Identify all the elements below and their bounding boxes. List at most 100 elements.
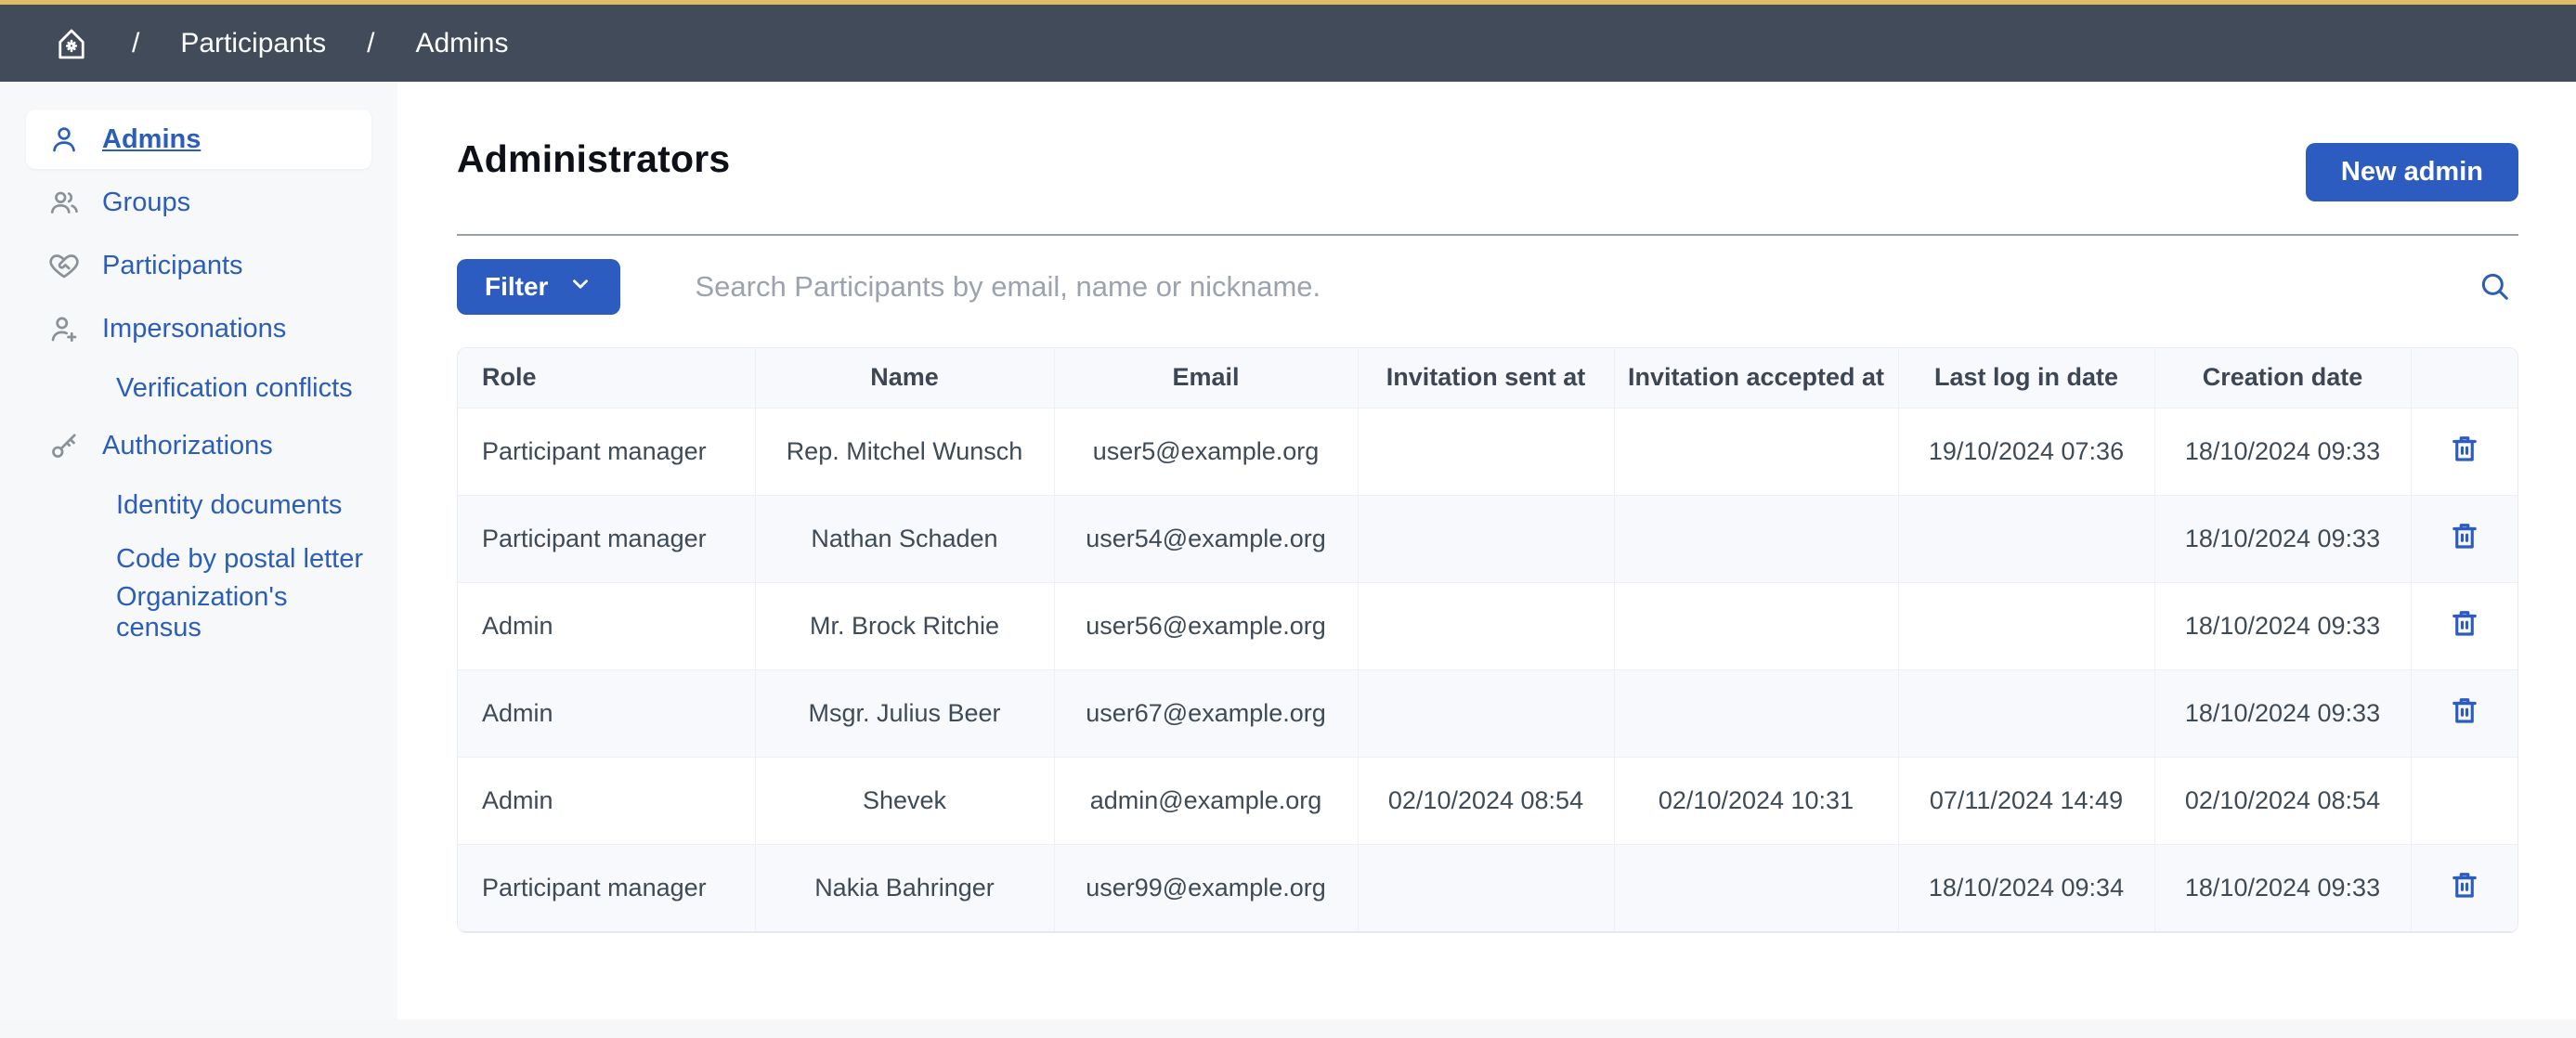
- cell-actions: [2411, 844, 2518, 931]
- cell-email: user99@example.org: [1054, 844, 1358, 931]
- cell-creation-date: 18/10/2024 09:33: [2154, 844, 2411, 931]
- sidebar-item-label: Authorizations: [102, 431, 273, 461]
- breadcrumb: / Participants / Admins: [52, 24, 508, 63]
- cell-last-log-in-date: 18/10/2024 09:34: [1898, 844, 2154, 931]
- page-header: Administrators New admin: [457, 82, 2518, 234]
- cell-role: Participant manager: [458, 844, 755, 931]
- cell-last-log-in-date: 07/11/2024 14:49: [1898, 757, 2154, 844]
- cell-actions: [2411, 757, 2518, 844]
- sidebar-item-label: Participants: [102, 251, 243, 281]
- sidebar-item-organization-s-census[interactable]: Organization's census: [26, 587, 371, 639]
- cell-creation-date: 18/10/2024 09:33: [2154, 495, 2411, 582]
- cell-creation-date: 18/10/2024 09:33: [2154, 582, 2411, 669]
- admins-table: RoleNameEmailInvitation sent atInvitatio…: [458, 348, 2518, 932]
- cell-actions: [2411, 408, 2518, 495]
- cell-creation-date: 02/10/2024 08:54: [2154, 757, 2411, 844]
- new-admin-button[interactable]: New admin: [2306, 143, 2518, 201]
- cell-role: Admin: [458, 757, 755, 844]
- heart-handshake-icon: [46, 249, 82, 282]
- table-row: Participant managerNathan Schadenuser54@…: [458, 495, 2518, 582]
- home-gear-icon[interactable]: [52, 24, 91, 63]
- cell-invitation-accepted-at: [1614, 844, 1898, 931]
- sidebar-item-label: Code by postal letter: [116, 544, 363, 575]
- cell-name: Rep. Mitchel Wunsch: [755, 408, 1054, 495]
- trash-icon[interactable]: [2448, 606, 2481, 640]
- cell-invitation-accepted-at: [1614, 582, 1898, 669]
- cell-role: Participant manager: [458, 495, 755, 582]
- sidebar-item-verification-conflicts[interactable]: Verification conflicts: [26, 362, 371, 414]
- cell-name: Nakia Bahringer: [755, 844, 1054, 931]
- cell-role: Admin: [458, 582, 755, 669]
- cell-email: user67@example.org: [1054, 669, 1358, 757]
- sidebar-item-participants[interactable]: Participants: [26, 236, 371, 295]
- cell-last-log-in-date: [1898, 582, 2154, 669]
- trash-icon[interactable]: [2448, 432, 2481, 465]
- filter-button-label: Filter: [485, 272, 548, 302]
- user-icon: [46, 123, 82, 156]
- column-header-name: Name: [755, 348, 1054, 408]
- chevron-down-icon: [568, 272, 592, 303]
- cell-creation-date: 18/10/2024 09:33: [2154, 669, 2411, 757]
- column-header-invitation-sent-at: Invitation sent at: [1358, 348, 1614, 408]
- trash-icon[interactable]: [2448, 519, 2481, 552]
- sidebar-item-impersonations[interactable]: Impersonations: [26, 299, 371, 358]
- breadcrumb-separator: /: [367, 28, 374, 59]
- cell-email: user54@example.org: [1054, 495, 1358, 582]
- sidebar-item-identity-documents[interactable]: Identity documents: [26, 479, 371, 531]
- cell-email: user56@example.org: [1054, 582, 1358, 669]
- cell-invitation-sent-at: [1358, 495, 1614, 582]
- column-header-last-log-in-date: Last log in date: [1898, 348, 2154, 408]
- filter-search-bar: Filter: [457, 236, 2518, 338]
- cell-last-log-in-date: [1898, 495, 2154, 582]
- main-content: Administrators New admin Filter: [397, 82, 2576, 1019]
- table-row: Participant managerRep. Mitchel Wunschus…: [458, 408, 2518, 495]
- search-icon[interactable]: [2470, 267, 2518, 307]
- breadcrumb-admins[interactable]: Admins: [415, 28, 508, 59]
- user-plus-icon: [46, 312, 82, 345]
- sidebar-item-label: Impersonations: [102, 314, 286, 344]
- table-row: AdminMsgr. Julius Beeruser67@example.org…: [458, 669, 2518, 757]
- cell-invitation-accepted-at: [1614, 495, 1898, 582]
- admins-table-container: RoleNameEmailInvitation sent atInvitatio…: [457, 347, 2518, 933]
- sidebar-item-label: Organization's census: [116, 582, 371, 643]
- table-row: AdminMr. Brock Ritchieuser56@example.org…: [458, 582, 2518, 669]
- sidebar-item-label: Admins: [102, 124, 201, 155]
- topbar: / Participants / Admins: [0, 0, 2576, 82]
- sidebar-item-label: Identity documents: [116, 490, 342, 521]
- cell-actions: [2411, 582, 2518, 669]
- sidebar-nav: Admins Groups Participants Impersonations Ve…: [0, 110, 397, 639]
- cell-role: Participant manager: [458, 408, 755, 495]
- cell-invitation-sent-at: [1358, 408, 1614, 495]
- breadcrumb-participants[interactable]: Participants: [180, 28, 326, 59]
- sidebar-item-authorizations[interactable]: Authorizations: [26, 416, 371, 475]
- column-header-role: Role: [458, 348, 755, 408]
- sidebar-item-label: Verification conflicts: [116, 373, 353, 404]
- table-header-row: RoleNameEmailInvitation sent atInvitatio…: [458, 348, 2518, 408]
- users-icon: [46, 186, 82, 219]
- column-header-email: Email: [1054, 348, 1358, 408]
- breadcrumb-separator: /: [132, 28, 139, 59]
- sidebar: Admins Groups Participants Impersonations Ve…: [0, 82, 397, 1019]
- table-row: Participant managerNakia Bahringeruser99…: [458, 844, 2518, 931]
- cell-name: Shevek: [755, 757, 1054, 844]
- search-input[interactable]: [620, 270, 2470, 304]
- cell-name: Msgr. Julius Beer: [755, 669, 1054, 757]
- cell-email: admin@example.org: [1054, 757, 1358, 844]
- cell-name: Nathan Schaden: [755, 495, 1054, 582]
- cell-actions: [2411, 495, 2518, 582]
- sidebar-item-admins[interactable]: Admins: [26, 110, 371, 169]
- sidebar-item-label: Groups: [102, 188, 190, 218]
- key-icon: [46, 429, 82, 462]
- sidebar-item-groups[interactable]: Groups: [26, 173, 371, 232]
- cell-invitation-accepted-at: [1614, 669, 1898, 757]
- sidebar-item-code-by-postal-letter[interactable]: Code by postal letter: [26, 533, 371, 585]
- column-header-creation-date: Creation date: [2154, 348, 2411, 408]
- filter-button[interactable]: Filter: [457, 259, 620, 315]
- cell-invitation-sent-at: 02/10/2024 08:54: [1358, 757, 1614, 844]
- trash-icon[interactable]: [2448, 868, 2481, 902]
- cell-email: user5@example.org: [1054, 408, 1358, 495]
- bottom-strip: [0, 1019, 2576, 1038]
- trash-icon[interactable]: [2448, 694, 2481, 727]
- cell-creation-date: 18/10/2024 09:33: [2154, 408, 2411, 495]
- table-row: AdminShevekadmin@example.org02/10/2024 0…: [458, 757, 2518, 844]
